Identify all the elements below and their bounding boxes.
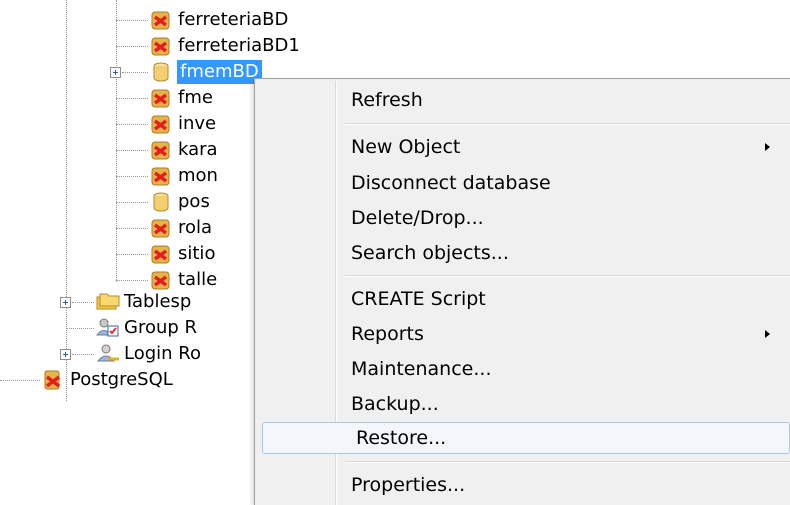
menu-item-label: New Object bbox=[351, 136, 461, 158]
menu-item-new-object[interactable]: New Object bbox=[257, 131, 790, 163]
database-connected-icon bbox=[150, 191, 172, 213]
database-disconnected-icon bbox=[150, 35, 172, 57]
tree-item-label: pos bbox=[178, 191, 210, 212]
tree-item-label: mon bbox=[178, 165, 218, 186]
expand-toggle-icon[interactable] bbox=[110, 67, 121, 78]
menu-item-create-script[interactable]: CREATE Script bbox=[257, 283, 790, 315]
menu-item-label: CREATE Script bbox=[351, 288, 486, 310]
menu-item-label: Restore... bbox=[356, 427, 447, 449]
login-roles-icon bbox=[96, 343, 119, 365]
database-connected-icon bbox=[150, 61, 172, 83]
tree-item-label: inve bbox=[178, 113, 217, 134]
database-disconnected-icon bbox=[150, 243, 172, 265]
menu-item-maintenance[interactable]: Maintenance... bbox=[257, 353, 790, 385]
menu-item-label: Reports bbox=[351, 323, 424, 345]
database-disconnected-icon bbox=[150, 87, 172, 109]
menu-item-restore[interactable]: Restore... bbox=[262, 422, 790, 454]
tree-item-label: Group R bbox=[124, 317, 198, 338]
expand-toggle-icon[interactable] bbox=[60, 349, 71, 360]
submenu-arrow-icon bbox=[765, 330, 770, 338]
submenu-arrow-icon bbox=[765, 143, 770, 151]
menu-separator bbox=[345, 123, 790, 125]
tree-item-label: Login Ro bbox=[124, 343, 201, 364]
menu-item-label: Backup... bbox=[351, 393, 439, 415]
menu-item-delete-drop[interactable]: Delete/Drop... bbox=[257, 202, 790, 234]
database-disconnected-icon bbox=[150, 217, 172, 239]
server-disconnected-icon bbox=[42, 369, 64, 391]
menu-separator bbox=[345, 461, 790, 463]
menu-item-label: Refresh bbox=[351, 89, 423, 111]
context-menu: Refresh New Object Disconnect database D… bbox=[254, 78, 790, 505]
menu-item-label: Search objects... bbox=[351, 242, 509, 264]
tree-line bbox=[66, 0, 67, 401]
database-disconnected-icon bbox=[150, 269, 172, 291]
menu-item-label: Properties... bbox=[351, 474, 466, 496]
tablespaces-icon bbox=[96, 291, 120, 313]
menu-item-disconnect-database[interactable]: Disconnect database bbox=[257, 167, 790, 199]
menu-item-label: Delete/Drop... bbox=[351, 207, 484, 229]
tree-item-label: fmemBD bbox=[177, 60, 262, 84]
menu-item-reports[interactable]: Reports bbox=[257, 318, 790, 350]
database-disconnected-icon bbox=[150, 113, 172, 135]
menu-separator bbox=[345, 275, 790, 277]
database-disconnected-icon bbox=[150, 165, 172, 187]
menu-item-refresh[interactable]: Refresh bbox=[257, 84, 790, 116]
tree-item-label: ferreteriaBD1 bbox=[178, 35, 300, 56]
menu-item-label: Disconnect database bbox=[351, 172, 551, 194]
tree-item-label: rola bbox=[178, 217, 213, 238]
tree-item-label: PostgreSQL bbox=[70, 369, 173, 390]
database-disconnected-icon bbox=[150, 9, 172, 31]
tree-item-label: kara bbox=[178, 139, 218, 160]
tree-item-label: ferreteriaBD bbox=[178, 9, 289, 30]
tree-item-label: fme bbox=[178, 87, 213, 108]
tree-item-label: Tablesp bbox=[124, 291, 192, 312]
menu-item-properties[interactable]: Properties... bbox=[257, 469, 790, 501]
tree-item-label: sitio bbox=[178, 243, 216, 264]
menu-item-label: Maintenance... bbox=[351, 358, 492, 380]
expand-toggle-icon[interactable] bbox=[60, 297, 71, 308]
group-roles-icon bbox=[95, 317, 119, 339]
menu-item-backup[interactable]: Backup... bbox=[257, 388, 790, 420]
database-disconnected-icon bbox=[150, 139, 172, 161]
tree-line bbox=[116, 0, 117, 282]
menu-item-search-objects[interactable]: Search objects... bbox=[257, 237, 790, 269]
